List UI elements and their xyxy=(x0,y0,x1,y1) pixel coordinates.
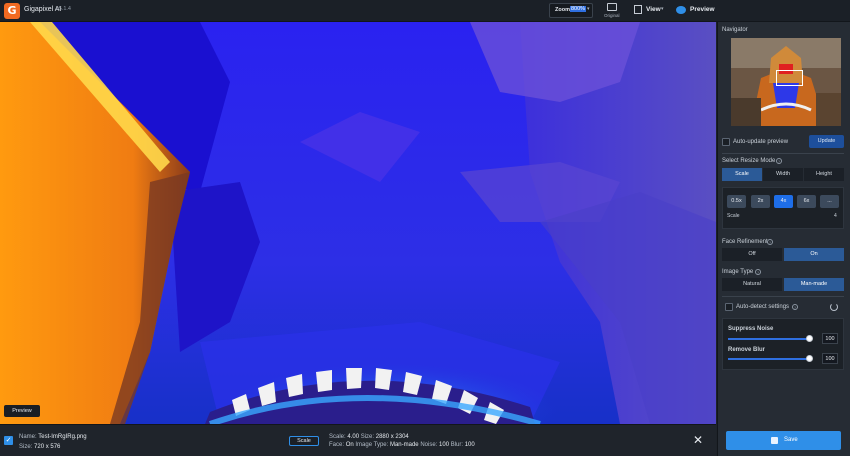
preview-toggle-button[interactable]: Preview xyxy=(690,6,715,13)
image-type-natural[interactable]: Natural xyxy=(722,278,782,291)
noise-value: 100 xyxy=(439,442,450,448)
scale-label: Scale xyxy=(727,213,740,219)
blur-value: 100 xyxy=(464,442,475,448)
suppress-noise-value[interactable]: 100 xyxy=(822,333,838,344)
scale-2x-button[interactable]: 2x xyxy=(751,195,770,208)
auto-detect-checkbox[interactable] xyxy=(725,303,733,311)
resize-mode-width[interactable]: Width xyxy=(763,168,803,181)
output-info-line2: Face: On Image Type: Man-made Noise: 100… xyxy=(329,442,475,448)
out-size-label: Size: xyxy=(360,434,375,440)
auto-update-checkbox[interactable] xyxy=(722,138,730,146)
scale-options-box xyxy=(722,187,844,229)
scale-0.5x-button[interactable]: 0.5x xyxy=(727,195,746,208)
help-icon[interactable]: ? xyxy=(767,239,773,245)
noise-label: Noise: xyxy=(420,442,438,448)
resize-mode-title: Select Resize Mode xyxy=(722,158,776,164)
gigapixel-window: G Gigapixel AI v5.1.4 Zoom 800% ▾ Origin… xyxy=(0,0,850,456)
blur-label: Blur: xyxy=(450,442,464,448)
original-button-label[interactable]: Original xyxy=(604,13,620,18)
save-icon[interactable] xyxy=(771,437,778,444)
original-image-icon[interactable] xyxy=(607,3,617,11)
zoom-value[interactable]: 800% xyxy=(570,6,587,12)
remove-blur-label: Remove Blur xyxy=(728,347,766,353)
view-layout-icon[interactable] xyxy=(634,5,642,14)
out-scale-label: Scale: xyxy=(329,434,346,440)
remove-blur-value[interactable]: 100 xyxy=(822,353,838,364)
face-refinement-on[interactable]: On xyxy=(784,248,844,261)
face-refinement-off[interactable]: Off xyxy=(722,248,782,261)
output-info-line1: Scale: 4.00 Size: 2880 x 2304 xyxy=(329,434,409,440)
suppress-noise-slider-handle[interactable] xyxy=(806,335,813,342)
update-button[interactable]: Update xyxy=(809,135,844,148)
image-type-man-made[interactable]: Man-made xyxy=(784,278,844,291)
file-name-value: Test-ImRgIRg.png xyxy=(38,434,87,440)
mode-chip: Scale xyxy=(289,436,319,446)
auto-update-label: Auto-update preview xyxy=(733,139,789,145)
view-chevron-down-icon[interactable]: ▾ xyxy=(661,6,664,12)
navigator-title: Navigator xyxy=(722,27,748,33)
close-icon[interactable]: ✕ xyxy=(693,433,703,447)
remove-blur-slider-handle[interactable] xyxy=(806,355,813,362)
face-value: On xyxy=(345,442,354,448)
image-type-value: Man-made xyxy=(389,442,419,448)
help-icon[interactable]: ? xyxy=(792,304,798,310)
image-preview-canvas[interactable] xyxy=(0,22,716,424)
file-size-line: Size: 720 x 576 xyxy=(19,444,60,450)
scale-6x-button[interactable]: 6x xyxy=(797,195,816,208)
image-type-label: Image Type: xyxy=(355,442,389,448)
out-size-value: 2880 x 2304 xyxy=(375,434,409,440)
save-button-label[interactable]: Save xyxy=(784,437,798,443)
suppress-noise-track[interactable] xyxy=(728,338,810,340)
resize-mode-scale[interactable]: Scale xyxy=(722,168,762,181)
bottom-bar xyxy=(0,424,716,456)
app-logo-letter: G xyxy=(7,4,17,17)
file-name-line: Name: Test-ImRgIRg.png xyxy=(19,434,87,440)
suppress-noise-label: Suppress Noise xyxy=(728,326,774,332)
view-menu-button[interactable]: View xyxy=(646,6,661,13)
scale-value: 4 xyxy=(834,213,837,219)
auto-detect-label: Auto-detect settings xyxy=(736,304,790,310)
navigator-viewport-rect[interactable] xyxy=(776,70,803,86)
file-name-label: Name: xyxy=(19,434,37,440)
file-size-label: Size: xyxy=(19,444,33,450)
preview-tag: Preview xyxy=(4,405,40,417)
scale-custom-button[interactable]: ... xyxy=(820,195,839,208)
face-label: Face: xyxy=(329,442,345,448)
eye-icon[interactable] xyxy=(676,6,686,14)
top-bar xyxy=(0,0,850,22)
app-version: v5.1.4 xyxy=(56,6,71,12)
resize-mode-height[interactable]: Height xyxy=(804,168,844,181)
help-icon[interactable]: ? xyxy=(755,269,761,275)
image-type-title: Image Type xyxy=(722,269,754,275)
remove-blur-track[interactable] xyxy=(728,358,810,360)
face-refinement-title: Face Refinement xyxy=(722,239,768,245)
upscaled-image xyxy=(0,22,716,424)
out-scale-value: 4.00 xyxy=(347,434,360,440)
divider xyxy=(722,296,844,297)
file-select-checkbox[interactable]: ✓ xyxy=(4,436,13,445)
divider xyxy=(722,153,844,154)
scale-4x-button[interactable]: 4x xyxy=(774,195,793,208)
file-size-value: 720 x 576 xyxy=(34,444,61,450)
refresh-icon[interactable] xyxy=(830,303,838,311)
zoom-label: Zoom xyxy=(555,7,570,13)
chevron-down-icon[interactable]: ▾ xyxy=(587,6,590,12)
help-icon[interactable]: ? xyxy=(776,158,782,164)
